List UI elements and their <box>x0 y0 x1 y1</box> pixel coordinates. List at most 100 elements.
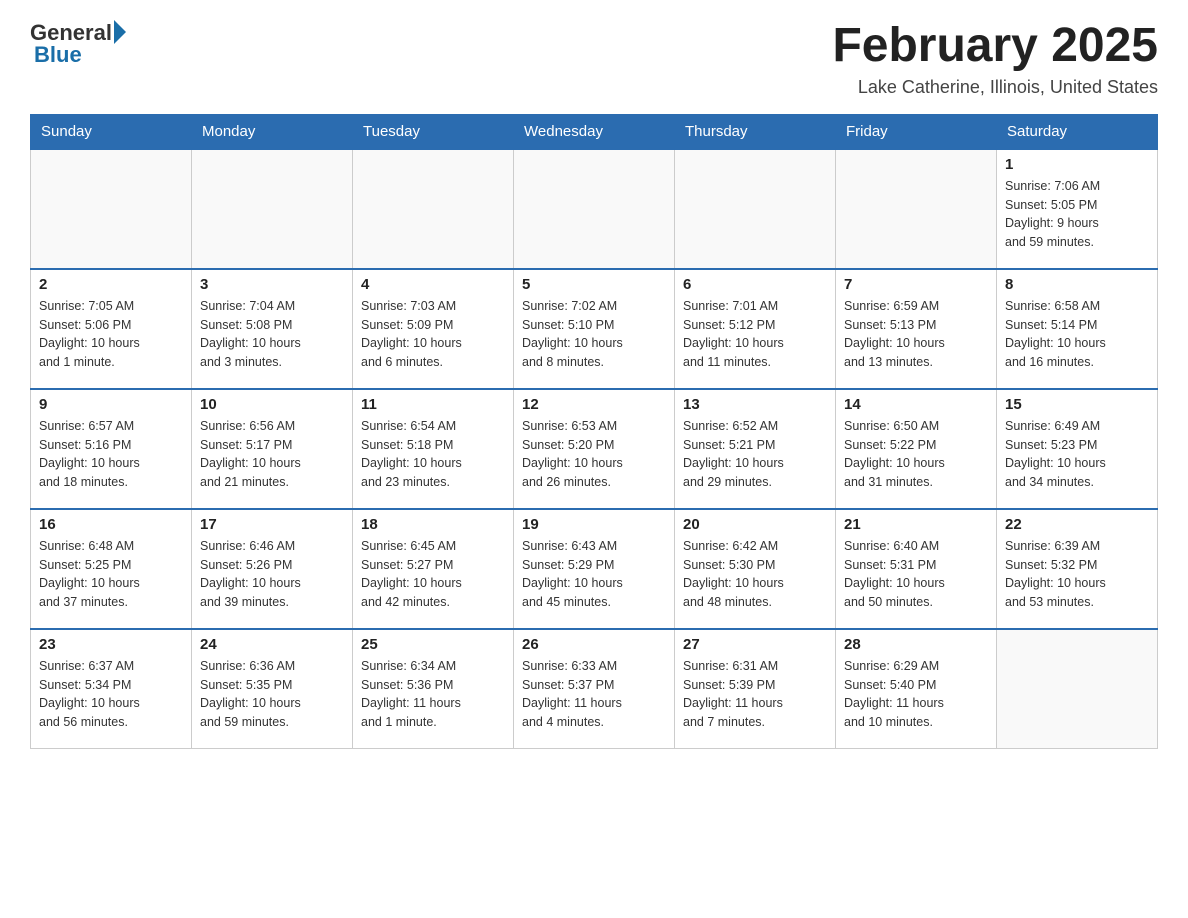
calendar-cell: 7 Sunrise: 6:59 AM Sunset: 5:13 PM Daylig… <box>836 269 997 389</box>
weekday-header-row: SundayMondayTuesdayWednesdayThursdayFrid… <box>31 114 1158 149</box>
calendar-cell <box>31 149 192 269</box>
day-info: Sunrise: 7:05 AM Sunset: 5:06 PM Dayligh… <box>39 297 183 372</box>
day-number: 21 <box>844 516 988 533</box>
day-info: Sunrise: 6:43 AM Sunset: 5:29 PM Dayligh… <box>522 537 666 612</box>
day-info: Sunrise: 6:59 AM Sunset: 5:13 PM Dayligh… <box>844 297 988 372</box>
calendar-cell <box>675 149 836 269</box>
week-row-4: 16 Sunrise: 6:48 AM Sunset: 5:25 PM Dayli… <box>31 509 1158 629</box>
calendar-cell: 22 Sunrise: 6:39 AM Sunset: 5:32 PM Dayli… <box>997 509 1158 629</box>
calendar-cell: 16 Sunrise: 6:48 AM Sunset: 5:25 PM Dayli… <box>31 509 192 629</box>
day-number: 14 <box>844 396 988 413</box>
logo-arrow-icon <box>114 20 126 44</box>
day-info: Sunrise: 6:29 AM Sunset: 5:40 PM Dayligh… <box>844 657 988 732</box>
day-info: Sunrise: 7:06 AM Sunset: 5:05 PM Dayligh… <box>1005 177 1149 252</box>
day-number: 4 <box>361 276 505 293</box>
day-info: Sunrise: 7:03 AM Sunset: 5:09 PM Dayligh… <box>361 297 505 372</box>
day-info: Sunrise: 7:01 AM Sunset: 5:12 PM Dayligh… <box>683 297 827 372</box>
day-number: 11 <box>361 396 505 413</box>
weekday-header-wednesday: Wednesday <box>514 114 675 149</box>
calendar-cell: 21 Sunrise: 6:40 AM Sunset: 5:31 PM Dayli… <box>836 509 997 629</box>
page-subtitle: Lake Catherine, Illinois, United States <box>832 77 1158 98</box>
calendar-cell: 3 Sunrise: 7:04 AM Sunset: 5:08 PM Daylig… <box>192 269 353 389</box>
day-number: 27 <box>683 636 827 653</box>
calendar-cell: 6 Sunrise: 7:01 AM Sunset: 5:12 PM Daylig… <box>675 269 836 389</box>
calendar-cell: 2 Sunrise: 7:05 AM Sunset: 5:06 PM Daylig… <box>31 269 192 389</box>
day-info: Sunrise: 6:57 AM Sunset: 5:16 PM Dayligh… <box>39 417 183 492</box>
day-number: 18 <box>361 516 505 533</box>
day-number: 9 <box>39 396 183 413</box>
day-info: Sunrise: 6:37 AM Sunset: 5:34 PM Dayligh… <box>39 657 183 732</box>
day-info: Sunrise: 6:58 AM Sunset: 5:14 PM Dayligh… <box>1005 297 1149 372</box>
calendar-cell: 9 Sunrise: 6:57 AM Sunset: 5:16 PM Daylig… <box>31 389 192 509</box>
day-number: 12 <box>522 396 666 413</box>
day-number: 28 <box>844 636 988 653</box>
calendar-cell: 12 Sunrise: 6:53 AM Sunset: 5:20 PM Dayli… <box>514 389 675 509</box>
day-number: 20 <box>683 516 827 533</box>
day-info: Sunrise: 6:50 AM Sunset: 5:22 PM Dayligh… <box>844 417 988 492</box>
day-number: 15 <box>1005 396 1149 413</box>
day-info: Sunrise: 6:49 AM Sunset: 5:23 PM Dayligh… <box>1005 417 1149 492</box>
calendar-cell: 19 Sunrise: 6:43 AM Sunset: 5:29 PM Dayli… <box>514 509 675 629</box>
day-info: Sunrise: 7:02 AM Sunset: 5:10 PM Dayligh… <box>522 297 666 372</box>
day-info: Sunrise: 6:52 AM Sunset: 5:21 PM Dayligh… <box>683 417 827 492</box>
day-info: Sunrise: 6:40 AM Sunset: 5:31 PM Dayligh… <box>844 537 988 612</box>
day-number: 3 <box>200 276 344 293</box>
calendar-cell: 11 Sunrise: 6:54 AM Sunset: 5:18 PM Dayli… <box>353 389 514 509</box>
day-info: Sunrise: 6:48 AM Sunset: 5:25 PM Dayligh… <box>39 537 183 612</box>
day-number: 16 <box>39 516 183 533</box>
calendar-cell <box>192 149 353 269</box>
week-row-1: 1 Sunrise: 7:06 AM Sunset: 5:05 PM Daylig… <box>31 149 1158 269</box>
day-info: Sunrise: 6:39 AM Sunset: 5:32 PM Dayligh… <box>1005 537 1149 612</box>
title-block: February 2025 Lake Catherine, Illinois, … <box>832 20 1158 98</box>
day-info: Sunrise: 6:33 AM Sunset: 5:37 PM Dayligh… <box>522 657 666 732</box>
logo: General Blue <box>30 20 126 68</box>
day-number: 25 <box>361 636 505 653</box>
day-number: 24 <box>200 636 344 653</box>
calendar-cell: 26 Sunrise: 6:33 AM Sunset: 5:37 PM Dayli… <box>514 629 675 749</box>
calendar-cell: 10Sunrise: 6:56 AM Sunset: 5:17 PM Dayli… <box>192 389 353 509</box>
day-number: 2 <box>39 276 183 293</box>
day-info: Sunrise: 6:34 AM Sunset: 5:36 PM Dayligh… <box>361 657 505 732</box>
day-number: 22 <box>1005 516 1149 533</box>
day-info: Sunrise: 6:54 AM Sunset: 5:18 PM Dayligh… <box>361 417 505 492</box>
calendar-cell <box>836 149 997 269</box>
calendar-cell <box>514 149 675 269</box>
day-number: 7 <box>844 276 988 293</box>
calendar-cell: 18 Sunrise: 6:45 AM Sunset: 5:27 PM Dayli… <box>353 509 514 629</box>
day-info: Sunrise: 6:42 AM Sunset: 5:30 PM Dayligh… <box>683 537 827 612</box>
day-info: Sunrise: 6:45 AM Sunset: 5:27 PM Dayligh… <box>361 537 505 612</box>
week-row-2: 2 Sunrise: 7:05 AM Sunset: 5:06 PM Daylig… <box>31 269 1158 389</box>
day-number: 19 <box>522 516 666 533</box>
day-number: 17 <box>200 516 344 533</box>
weekday-header-thursday: Thursday <box>675 114 836 149</box>
calendar-cell: 23 Sunrise: 6:37 AM Sunset: 5:34 PM Dayli… <box>31 629 192 749</box>
calendar-cell: 17Sunrise: 6:46 AM Sunset: 5:26 PM Dayli… <box>192 509 353 629</box>
calendar-table: SundayMondayTuesdayWednesdayThursdayFrid… <box>30 114 1158 750</box>
day-number: 8 <box>1005 276 1149 293</box>
calendar-cell: 24 Sunrise: 6:36 AM Sunset: 5:35 PM Dayli… <box>192 629 353 749</box>
day-number: 13 <box>683 396 827 413</box>
day-number: 23 <box>39 636 183 653</box>
calendar-cell: 25 Sunrise: 6:34 AM Sunset: 5:36 PM Dayli… <box>353 629 514 749</box>
day-info: Sunrise: 6:53 AM Sunset: 5:20 PM Dayligh… <box>522 417 666 492</box>
day-info: Sunrise: 7:04 AM Sunset: 5:08 PM Dayligh… <box>200 297 344 372</box>
calendar-cell: 4 Sunrise: 7:03 AM Sunset: 5:09 PM Daylig… <box>353 269 514 389</box>
day-number: 10 <box>200 396 344 413</box>
page-header: General Blue February 2025 Lake Catherin… <box>30 20 1158 98</box>
day-number: 6 <box>683 276 827 293</box>
day-number: 26 <box>522 636 666 653</box>
calendar-cell: 27Sunrise: 6:31 AM Sunset: 5:39 PM Dayli… <box>675 629 836 749</box>
calendar-cell: 14 Sunrise: 6:50 AM Sunset: 5:22 PM Dayli… <box>836 389 997 509</box>
calendar-cell: 20 Sunrise: 6:42 AM Sunset: 5:30 PM Dayli… <box>675 509 836 629</box>
weekday-header-tuesday: Tuesday <box>353 114 514 149</box>
weekday-header-friday: Friday <box>836 114 997 149</box>
day-number: 5 <box>522 276 666 293</box>
day-number: 1 <box>1005 156 1149 173</box>
calendar-cell: 1 Sunrise: 7:06 AM Sunset: 5:05 PM Daylig… <box>997 149 1158 269</box>
day-info: Sunrise: 6:36 AM Sunset: 5:35 PM Dayligh… <box>200 657 344 732</box>
weekday-header-saturday: Saturday <box>997 114 1158 149</box>
weekday-header-sunday: Sunday <box>31 114 192 149</box>
calendar-cell: 15 Sunrise: 6:49 AM Sunset: 5:23 PM Dayli… <box>997 389 1158 509</box>
week-row-5: 23 Sunrise: 6:37 AM Sunset: 5:34 PM Dayli… <box>31 629 1158 749</box>
calendar-cell: 8 Sunrise: 6:58 AM Sunset: 5:14 PM Daylig… <box>997 269 1158 389</box>
